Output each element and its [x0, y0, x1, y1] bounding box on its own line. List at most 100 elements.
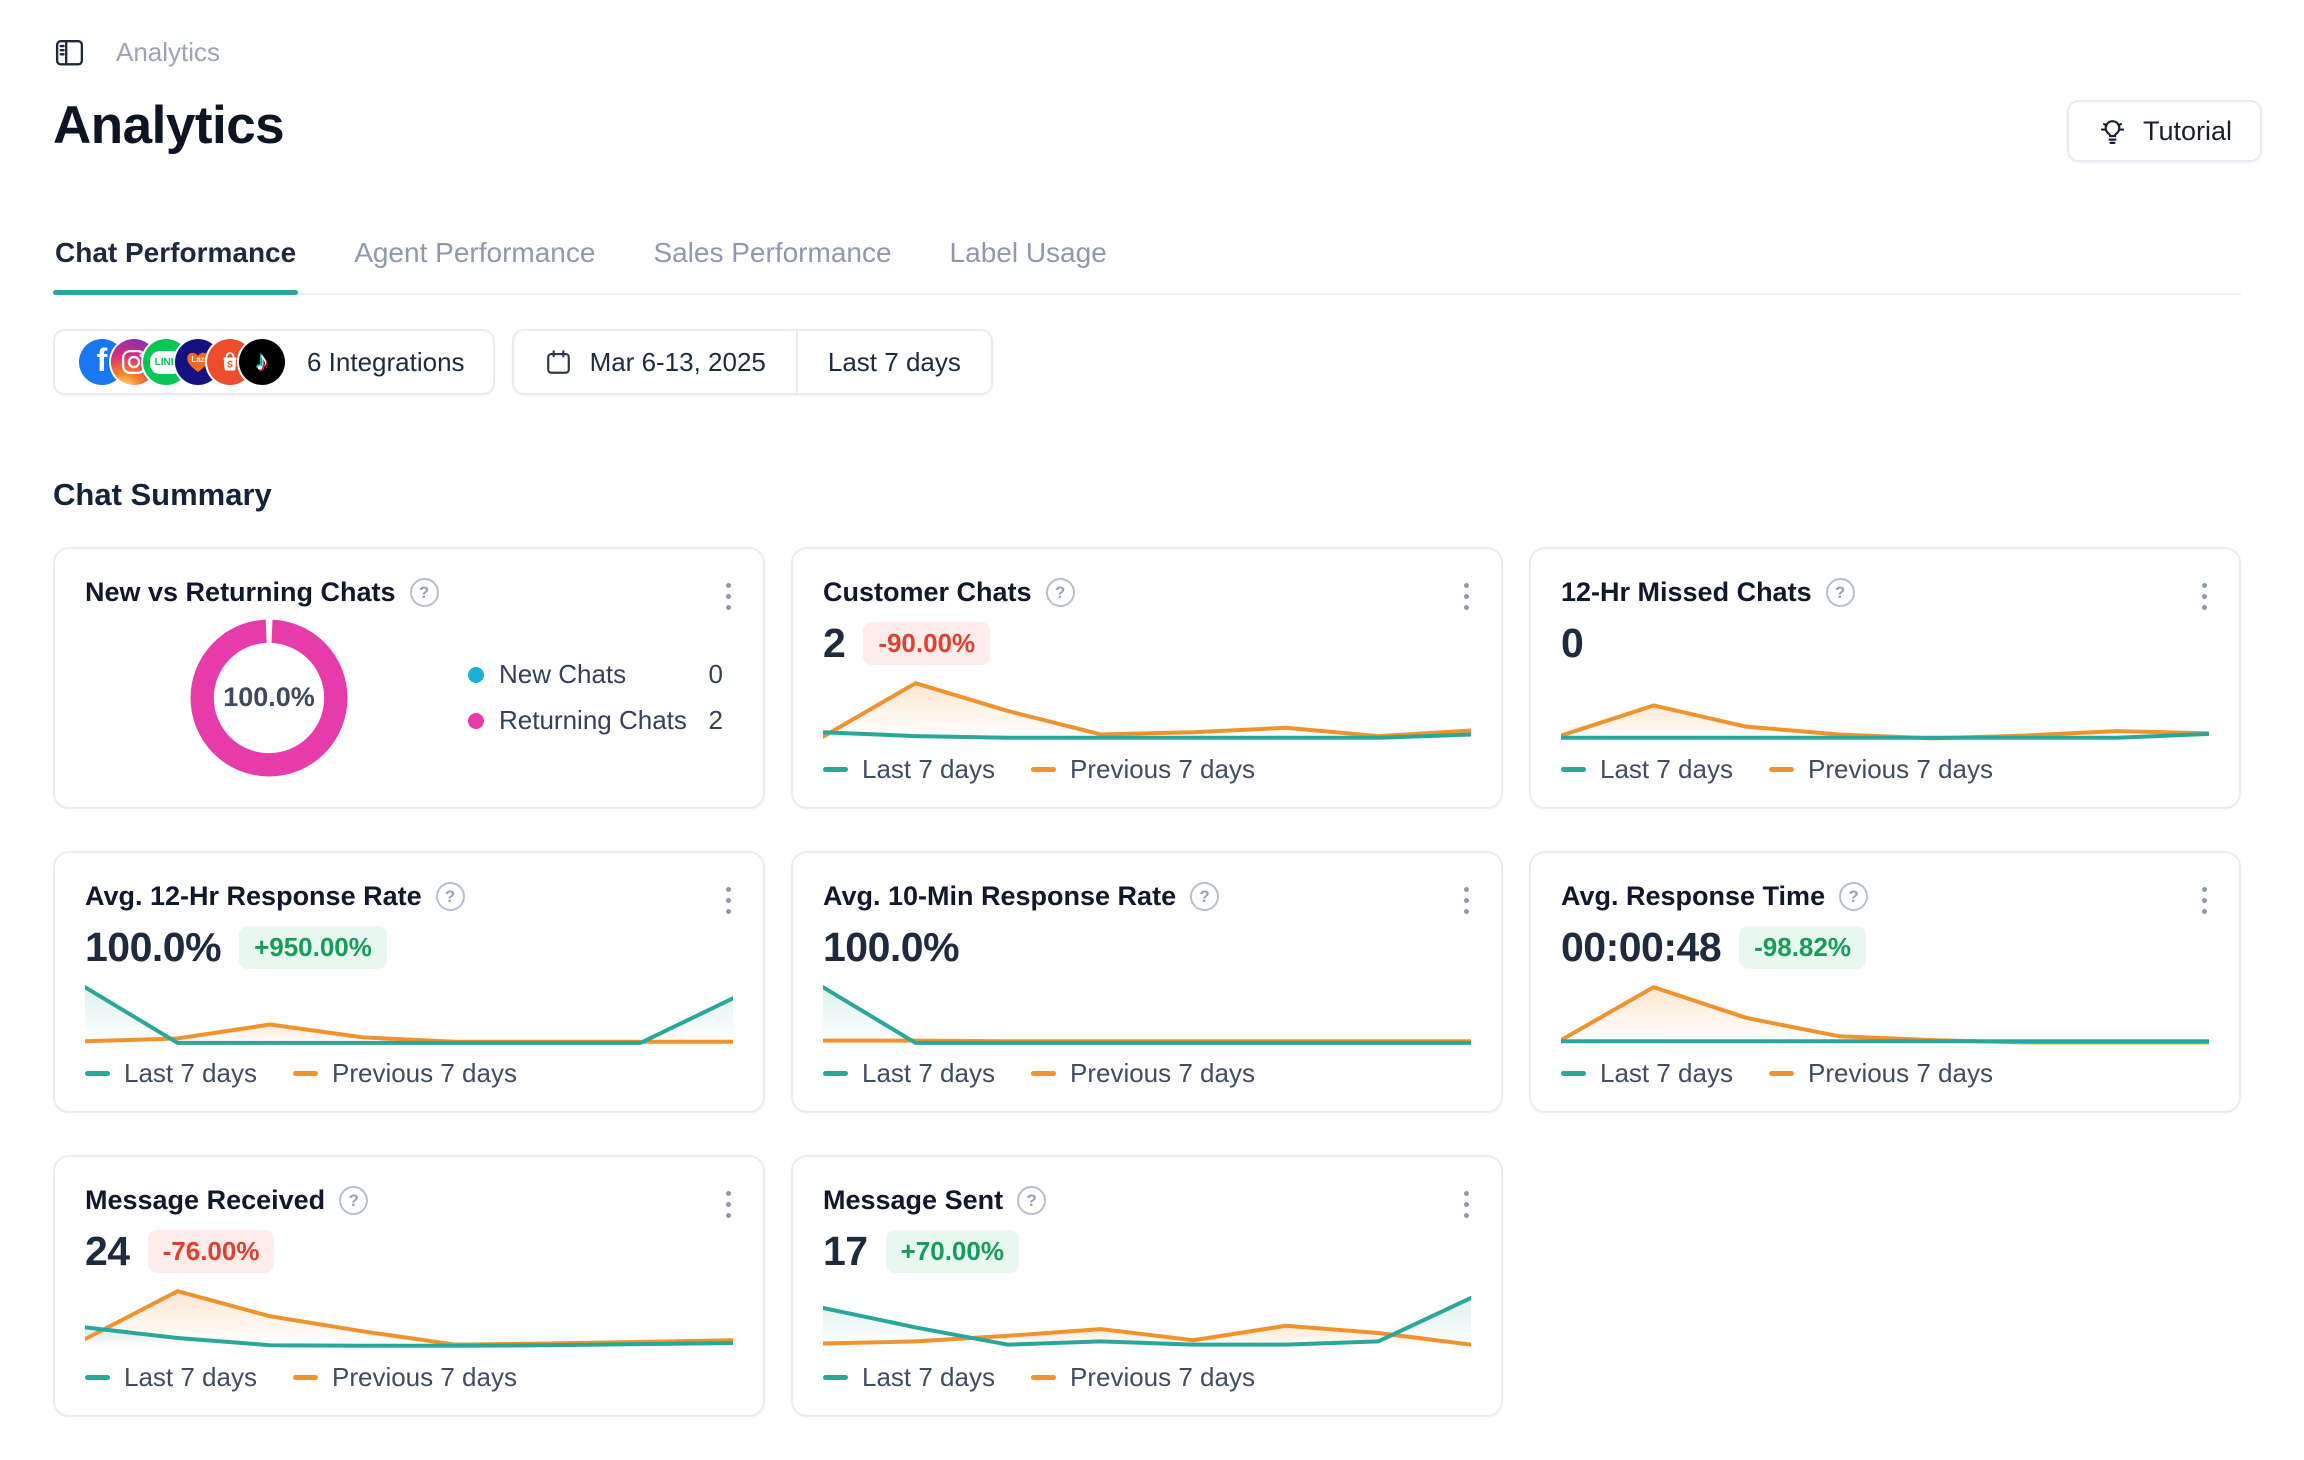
legend-previous-7-days: Previous 7 days	[1769, 1058, 1993, 1089]
page-title: Analytics	[53, 93, 2241, 159]
help-icon[interactable]: ?	[1839, 882, 1868, 911]
lightbulb-icon	[2097, 116, 2128, 147]
tab-bar: Chat Performance Agent Performance Sales P…	[53, 237, 2241, 295]
card-message-received: Message Received? 24-76.00% Last 7 days Pre…	[53, 1155, 765, 1417]
svg-text:S: S	[227, 360, 233, 370]
legend-dash-orange	[1769, 1071, 1794, 1076]
legend-previous-7-days: Previous 7 days	[1031, 1362, 1255, 1393]
kebab-menu-icon[interactable]	[2196, 881, 2213, 920]
tab-agent-performance[interactable]: Agent Performance	[352, 237, 597, 293]
legend-dash-orange	[1031, 1071, 1056, 1076]
sparkline-svg	[1561, 981, 2209, 1046]
metric-row: 24-76.00%	[85, 1228, 733, 1275]
metric-value: 17	[823, 1228, 868, 1275]
change-badge: +70.00%	[886, 1230, 1019, 1273]
tab-sales-performance[interactable]: Sales Performance	[651, 237, 893, 293]
metric-value: 100.0%	[85, 924, 221, 971]
sparkline-chart	[1561, 981, 2209, 1046]
chart-legend: Last 7 days Previous 7 days	[85, 1362, 733, 1393]
legend-label: Previous 7 days	[1808, 754, 1993, 785]
legend-label: Last 7 days	[1600, 1058, 1733, 1089]
help-icon[interactable]: ?	[1017, 1186, 1046, 1215]
legend-dash-orange	[1769, 767, 1794, 772]
card-header: New vs Returning Chats?	[85, 577, 733, 608]
legend-last-7-days: Last 7 days	[823, 1362, 995, 1393]
metric-value: 0	[1561, 620, 1583, 667]
card-title: Avg. Response Time	[1561, 881, 1825, 912]
kebab-menu-icon[interactable]	[1458, 577, 1475, 616]
card-header: Avg. 12-Hr Response Rate?	[85, 881, 733, 912]
sparkline-svg	[823, 1285, 1471, 1350]
date-range-value: Mar 6-13, 2025	[590, 347, 766, 378]
legend-label: Previous 7 days	[332, 1058, 517, 1089]
sparkline-svg	[85, 981, 733, 1046]
tab-chat-performance[interactable]: Chat Performance	[53, 237, 298, 293]
legend-dash-teal	[823, 767, 848, 772]
donut-legend: New Chats0Returning Chats2	[468, 659, 723, 736]
card-new-vs-returning-chats: New vs Returning Chats?100.0%New Chats0R…	[53, 547, 765, 809]
page: Analytics Analytics Tutorial Chat Perfor…	[0, 0, 2304, 1417]
legend-label: Previous 7 days	[332, 1362, 517, 1393]
sparkline-chart	[85, 1285, 733, 1350]
legend-last-7-days: Last 7 days	[823, 754, 995, 785]
metric-value: 100.0%	[823, 924, 959, 971]
legend-label: Last 7 days	[124, 1362, 257, 1393]
legend-dash-teal	[1561, 1071, 1586, 1076]
section-title-chat-summary: Chat Summary	[53, 477, 2241, 513]
card-header: 12-Hr Missed Chats?	[1561, 577, 2209, 608]
kebab-menu-icon[interactable]	[1458, 881, 1475, 920]
sparkline-chart	[85, 981, 733, 1046]
help-icon[interactable]: ?	[436, 882, 465, 911]
date-preset-button[interactable]: Last 7 days	[796, 331, 991, 393]
kebab-menu-icon[interactable]	[720, 577, 737, 616]
breadcrumb-analytics[interactable]: Analytics	[116, 37, 220, 68]
chart-legend: Last 7 days Previous 7 days	[823, 1362, 1471, 1393]
integrations-count-label: 6 Integrations	[307, 347, 465, 378]
change-badge: -90.00%	[863, 622, 990, 665]
filter-row: f LINE Laz S ♪ 6 Integrations	[53, 329, 2241, 395]
chart-legend: Last 7 days Previous 7 days	[823, 754, 1471, 785]
legend-last-7-days: Last 7 days	[1561, 1058, 1733, 1089]
sparkline-chart	[823, 677, 1471, 742]
card-title: Avg. 12-Hr Response Rate	[85, 881, 422, 912]
legend-previous-7-days: Previous 7 days	[293, 1362, 517, 1393]
help-icon[interactable]: ?	[339, 1186, 368, 1215]
help-icon[interactable]: ?	[410, 578, 439, 607]
legend-label: Returning Chats	[499, 705, 687, 736]
kebab-menu-icon[interactable]	[720, 1185, 737, 1224]
legend-dash-teal	[1561, 767, 1586, 772]
tutorial-button-label: Tutorial	[2143, 116, 2232, 147]
legend-previous-7-days: Previous 7 days	[1769, 754, 1993, 785]
legend-label: Last 7 days	[1600, 754, 1733, 785]
sidebar-toggle-icon[interactable]	[53, 36, 86, 69]
kebab-menu-icon[interactable]	[1458, 1185, 1475, 1224]
legend-dash-orange	[1031, 767, 1056, 772]
help-icon[interactable]: ?	[1826, 578, 1855, 607]
help-icon[interactable]: ?	[1190, 882, 1219, 911]
card-header: Message Received?	[85, 1185, 733, 1216]
card-header: Avg. 10-Min Response Rate?	[823, 881, 1471, 912]
legend-last-7-days: Last 7 days	[85, 1362, 257, 1393]
date-range-button[interactable]: Mar 6-13, 2025	[514, 331, 796, 393]
tab-label-usage[interactable]: Label Usage	[948, 237, 1109, 293]
legend-previous-7-days: Previous 7 days	[1031, 754, 1255, 785]
sparkline-svg	[823, 677, 1471, 742]
legend-dash-teal	[85, 1071, 110, 1076]
tutorial-button[interactable]: Tutorial	[2067, 100, 2262, 162]
legend-dash-teal	[823, 1071, 848, 1076]
legend-item-new-chats: New Chats0	[468, 659, 723, 690]
chart-legend: Last 7 daysPrevious 7 days	[85, 1058, 733, 1089]
sparkline-chart	[1561, 677, 2209, 742]
kebab-menu-icon[interactable]	[720, 881, 737, 920]
legend-dash-orange	[293, 1375, 318, 1380]
kebab-menu-icon[interactable]	[2196, 577, 2213, 616]
help-icon[interactable]: ?	[1046, 578, 1075, 607]
card-message-sent: Message Sent?17+70.00%Last 7 daysPreviou…	[791, 1155, 1503, 1417]
svg-text:Laz: Laz	[191, 355, 204, 364]
card-title: New vs Returning Chats	[85, 577, 396, 608]
change-badge: -98.82%	[1739, 926, 1866, 969]
metric-value: 00:00:48	[1561, 924, 1721, 971]
legend-label: Previous 7 days	[1070, 1362, 1255, 1393]
integrations-filter-button[interactable]: f LINE Laz S ♪ 6 Integrations	[53, 329, 495, 395]
card-avg-12hr-response-rate: Avg. 12-Hr Response Rate?100.0%+950.00%L…	[53, 851, 765, 1113]
